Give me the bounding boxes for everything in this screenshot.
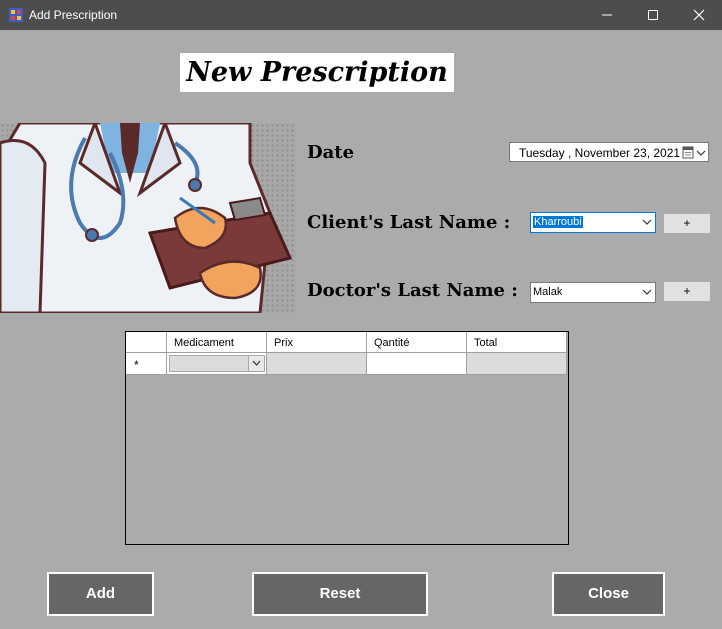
app-icon [9, 8, 23, 22]
chevron-down-icon [252, 360, 261, 366]
column-header-total[interactable]: Total [467, 332, 567, 353]
reset-button[interactable]: Reset [252, 572, 428, 616]
add-button[interactable]: Add [47, 572, 154, 616]
chevron-down-icon [642, 219, 652, 225]
doctor-combobox[interactable]: Malak [530, 282, 656, 303]
date-picker[interactable]: Tuesday , November 23, 2021 [509, 142, 709, 162]
prix-cell[interactable] [267, 353, 367, 375]
grid-header: Medicament Prix Qantité Total [126, 332, 568, 353]
doctor-illustration [0, 123, 296, 313]
close-icon [693, 9, 705, 21]
date-day: Tuesday [519, 146, 565, 160]
medicament-cell[interactable] [167, 353, 267, 375]
doctor-value: Malak [533, 286, 563, 298]
add-client-button[interactable]: + [663, 213, 711, 234]
minimize-icon [602, 14, 612, 16]
column-header-medicament[interactable]: Medicament [167, 332, 267, 353]
window-titlebar: Add Prescription [0, 0, 722, 30]
add-doctor-button[interactable]: + [663, 281, 711, 302]
row-header-corner [126, 332, 167, 353]
close-window-button[interactable] [676, 0, 722, 30]
dropdown-button[interactable] [248, 356, 264, 371]
calendar-dropdown-icon[interactable] [682, 146, 706, 160]
quantite-cell[interactable] [367, 353, 467, 375]
table-row[interactable]: * [126, 353, 568, 375]
page-title: New Prescription [180, 53, 454, 92]
client-value: Kharroubi [533, 216, 583, 228]
date-label: Date [307, 142, 355, 163]
medicament-combobox[interactable] [169, 355, 265, 372]
maximize-button[interactable] [630, 0, 676, 30]
maximize-icon [648, 10, 658, 20]
medicament-grid[interactable]: Medicament Prix Qantité Total * [125, 331, 569, 545]
column-header-quantite[interactable]: Qantité [367, 332, 467, 353]
new-row-marker: * [126, 353, 167, 375]
column-header-prix[interactable]: Prix [267, 332, 367, 353]
total-cell[interactable] [467, 353, 567, 375]
close-button[interactable]: Close [552, 572, 665, 616]
doctor-label: Doctor's Last Name : [307, 280, 518, 301]
window-title: Add Prescription [29, 8, 118, 22]
client-combobox[interactable]: Kharroubi [530, 212, 656, 233]
client-label: Client's Last Name : [307, 212, 511, 233]
chevron-down-icon [642, 289, 652, 295]
minimize-button[interactable] [584, 0, 630, 30]
date-value: , November 23, 2021 [568, 146, 681, 160]
